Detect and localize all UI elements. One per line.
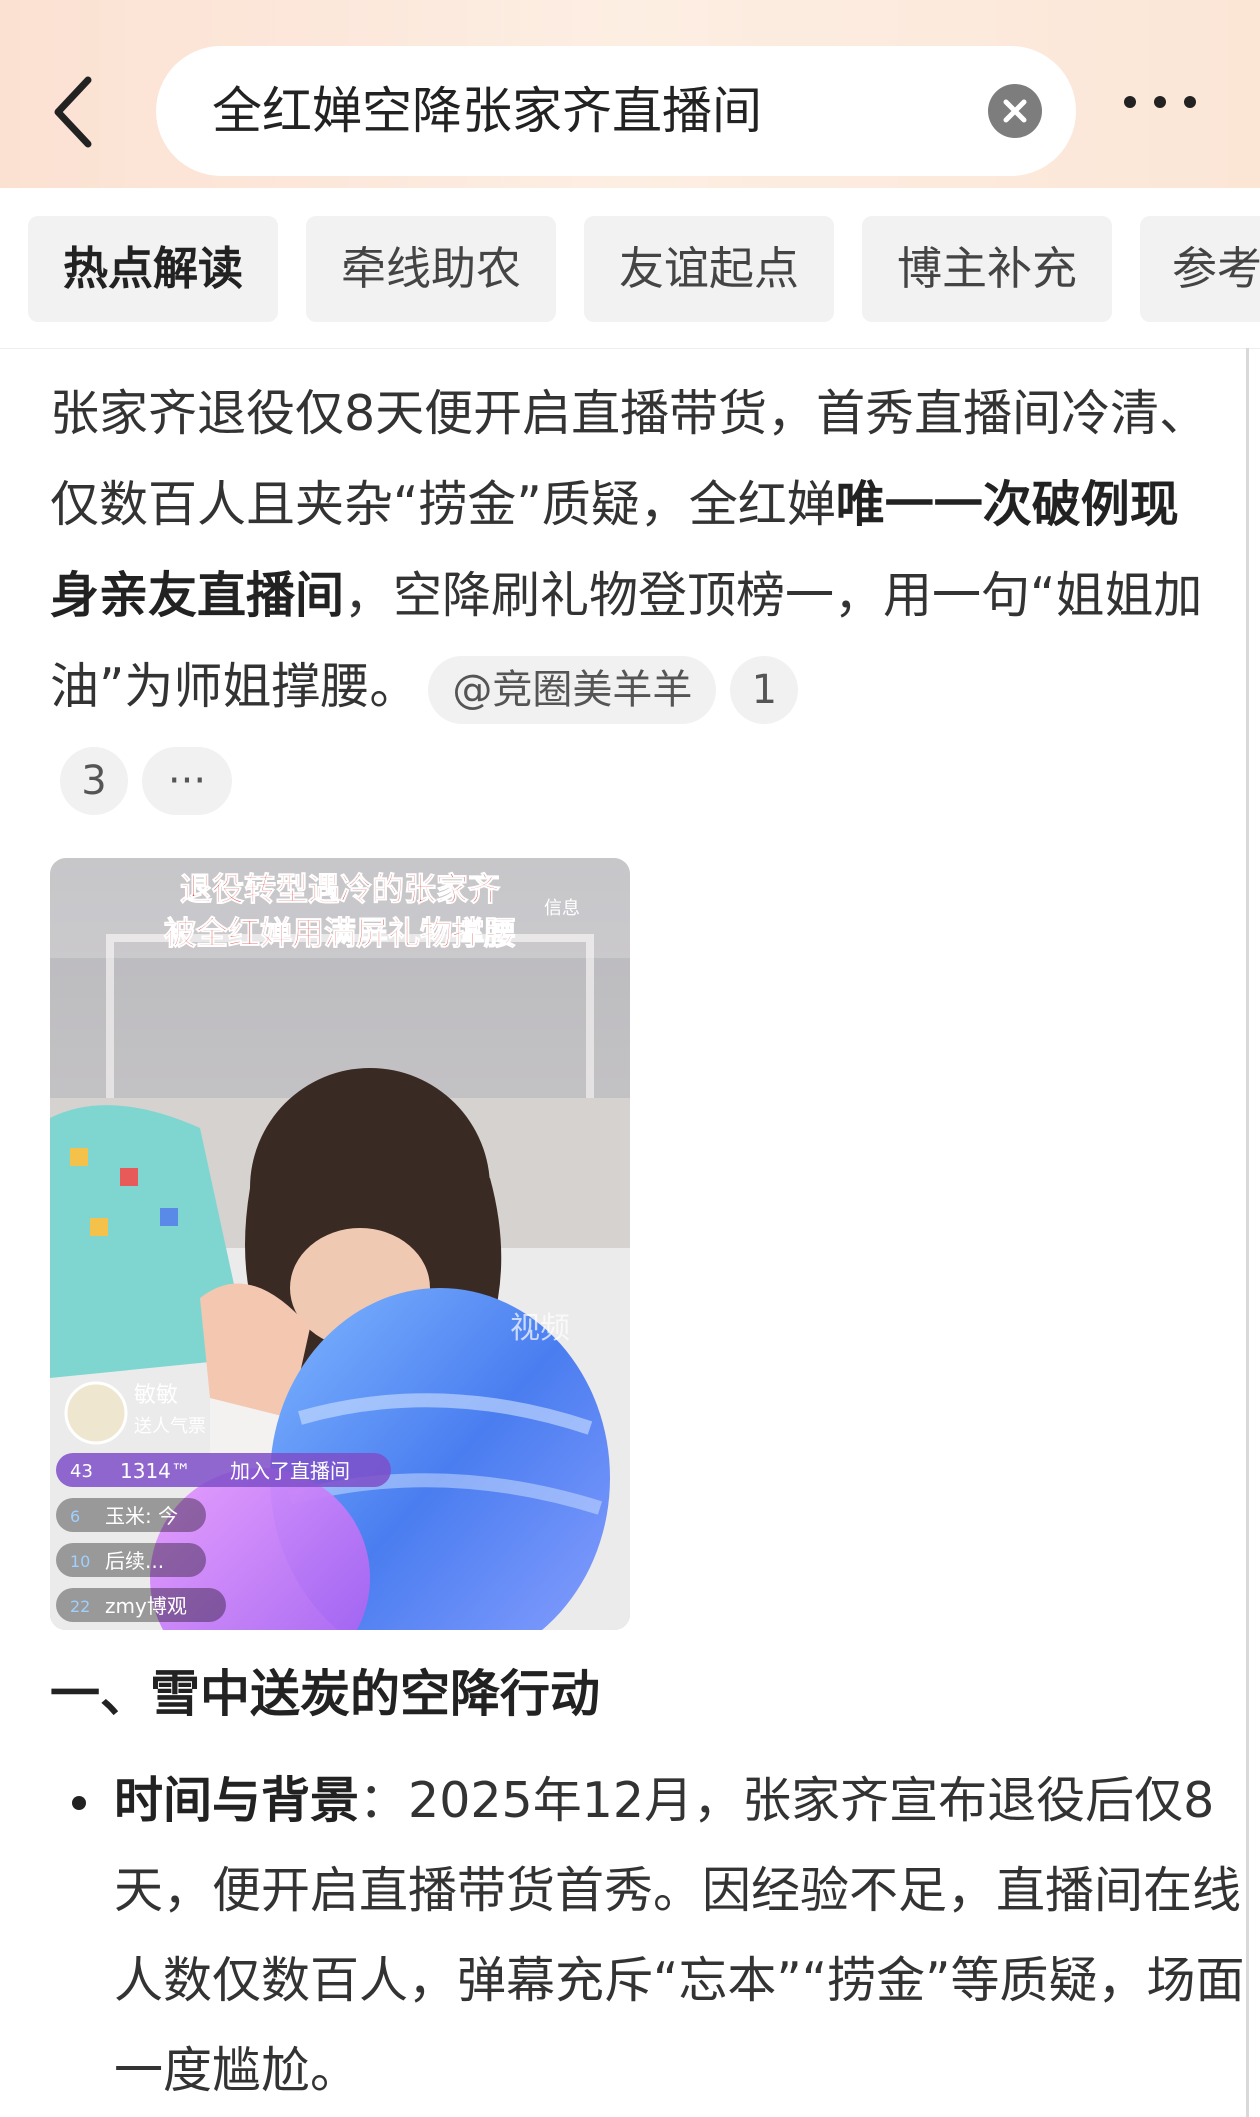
tab-reference[interactable]: 参考 (1140, 216, 1260, 322)
topic-tabs: 热点解读 牵线助农 友谊起点 博主补充 参考 (0, 188, 1260, 349)
join-text: 加入了直播间 (230, 1459, 350, 1483)
source-chip[interactable]: @竞圈美羊羊 (428, 655, 717, 724)
summary-paragraph: 张家齐退役仅8天便开启直播带货，首秀直播间冷清、仅数百人且夹杂“捞金”质疑，全红… (50, 368, 1210, 823)
tab-friendship-origin[interactable]: 友谊起点 (584, 216, 834, 322)
chat-level-3: 22 (70, 1597, 90, 1616)
clear-icon[interactable] (988, 84, 1042, 138)
gift-user-name: 敏敏 (134, 1383, 178, 1408)
chat-text-3: zmy博观 (105, 1594, 187, 1618)
search-query[interactable]: 全红婵空降张家齐直播间 (212, 78, 762, 144)
join-user: 1314™ (120, 1459, 191, 1483)
chat-level-1: 6 (70, 1507, 80, 1526)
chat-level-2: 10 (70, 1552, 90, 1571)
reference-chip-1[interactable]: 1 (730, 655, 799, 724)
bullet-dot-icon (72, 1796, 86, 1810)
more-icon[interactable] (1124, 96, 1240, 126)
chat-text-2: 后续... (105, 1549, 164, 1573)
bullet-label: 时间与背景 (114, 1772, 360, 1829)
bullet-text: 时间与背景：2025年12月，张家齐宣布退役后仅8天，便开启直播带货首秀。因经验… (114, 1756, 1254, 2116)
tab-hot-interpretation[interactable]: 热点解读 (28, 216, 278, 322)
tab-blogger-supplement[interactable]: 博主补充 (862, 216, 1112, 322)
caption-line-2: 被全红婵用满屏礼物撑腰 (164, 914, 516, 952)
caption-line-1: 退役转型遇冷的张家齐 (180, 870, 500, 908)
back-icon[interactable] (48, 72, 108, 152)
section-title: 一、雪中送炭的空降行动 (50, 1665, 600, 1723)
chat-text-1: 玉米: 今 (105, 1504, 178, 1528)
top-bar: 全红婵空降张家齐直播间 (0, 0, 1260, 188)
more-references-chip[interactable]: ··· (142, 746, 232, 815)
overlay-corner-label: 信息 (544, 898, 580, 919)
watermark: 视频 (510, 1311, 570, 1346)
bullet-colon: ： (359, 1772, 409, 1829)
search-input[interactable]: 全红婵空降张家齐直播间 (156, 46, 1076, 176)
gift-user-sub: 送人气票 (134, 1416, 206, 1437)
join-badge: 43 (70, 1461, 93, 1482)
live-stream-screenshot[interactable]: 退役转型遇冷的张家齐 被全红婵用满屏礼物撑腰 信息 视频 敏敏 送人气票 43 … (50, 858, 630, 1630)
tab-farm-help[interactable]: 牵线助农 (306, 216, 556, 322)
reference-chip-3[interactable]: 3 (60, 746, 128, 815)
